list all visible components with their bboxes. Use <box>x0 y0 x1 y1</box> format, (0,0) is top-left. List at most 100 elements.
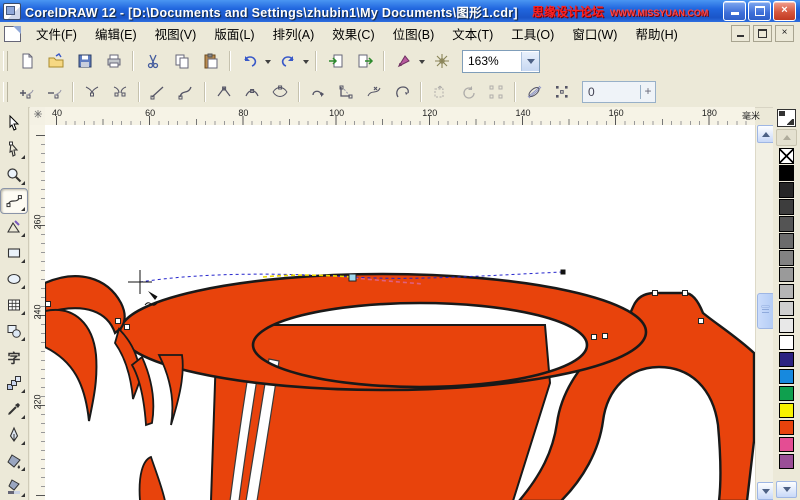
application-launcher-button[interactable] <box>390 48 417 74</box>
mdi-restore-button[interactable] <box>753 25 772 42</box>
color-swatch[interactable] <box>779 368 794 385</box>
palette-scroll-down-button[interactable] <box>776 481 797 498</box>
color-swatch[interactable] <box>779 419 794 436</box>
make-node-symmetrical-button[interactable] <box>267 80 293 105</box>
make-node-smooth-button[interactable] <box>239 80 265 105</box>
shape-tool[interactable] <box>0 136 28 162</box>
zoom-dropdown-button[interactable] <box>521 51 539 71</box>
import-button[interactable] <box>322 48 349 74</box>
no-fill-swatch[interactable] <box>779 148 794 164</box>
toolbar-grip[interactable] <box>3 82 8 102</box>
smart-drawing-tool[interactable] <box>0 214 28 240</box>
zoom-level-combobox[interactable]: 163% <box>462 49 540 73</box>
control-handle-end[interactable] <box>560 269 566 275</box>
menu-item[interactable]: 文件(F) <box>27 21 86 46</box>
close-curve-button[interactable] <box>333 80 359 105</box>
vertical-ruler[interactable]: 260 240 220 <box>30 125 46 500</box>
convert-curve-to-line-button[interactable] <box>145 80 171 105</box>
save-button[interactable] <box>71 48 98 74</box>
color-swatch[interactable] <box>779 198 794 215</box>
color-swatch[interactable] <box>779 385 794 402</box>
basic-shapes-tool[interactable] <box>0 318 28 344</box>
close-button[interactable]: × <box>773 1 796 21</box>
menu-item[interactable]: 文本(T) <box>443 21 502 46</box>
graph-paper-tool[interactable] <box>0 292 28 318</box>
color-swatch[interactable] <box>779 266 794 283</box>
menu-item[interactable]: 窗口(W) <box>563 21 626 46</box>
canvas-artwork[interactable] <box>45 125 755 500</box>
restore-button[interactable] <box>748 1 771 21</box>
select-all-nodes-button[interactable] <box>549 80 575 105</box>
pick-tool[interactable] <box>0 110 28 136</box>
color-swatch[interactable] <box>779 402 794 419</box>
palette-scroll-up-button[interactable] <box>776 129 797 146</box>
ellipse-tool[interactable] <box>0 266 28 292</box>
paste-button[interactable] <box>197 48 224 74</box>
freehand-tool[interactable] <box>0 188 28 214</box>
menu-item[interactable]: 版面(L) <box>205 21 263 46</box>
launcher-dropdown-arrow[interactable] <box>419 59 425 67</box>
rectangle-tool[interactable] <box>0 240 28 266</box>
menu-item[interactable]: 排列(A) <box>264 21 324 46</box>
export-button[interactable] <box>351 48 378 74</box>
color-swatch[interactable] <box>779 351 794 368</box>
color-swatch[interactable] <box>779 164 794 181</box>
menu-item[interactable]: 视图(V) <box>146 21 206 46</box>
menu-item[interactable]: 位图(B) <box>384 21 444 46</box>
color-swatch[interactable] <box>779 181 794 198</box>
zoom-tool[interactable] <box>0 162 28 188</box>
undo-button[interactable] <box>236 48 263 74</box>
vertical-scrollbar[interactable] <box>755 125 775 500</box>
minimize-button[interactable] <box>723 1 746 21</box>
color-swatch[interactable] <box>779 334 794 351</box>
drawing-canvas[interactable] <box>45 125 755 500</box>
color-swatch[interactable] <box>779 436 794 453</box>
mdi-close-button[interactable]: × <box>775 25 794 42</box>
align-nodes-button[interactable] <box>483 80 509 105</box>
interactive-fill-tool[interactable] <box>0 474 28 500</box>
make-node-cusp-button[interactable] <box>211 80 237 105</box>
copy-button[interactable] <box>168 48 195 74</box>
color-swatch[interactable] <box>779 215 794 232</box>
color-swatch[interactable] <box>779 453 794 470</box>
extract-subpath-button[interactable] <box>361 80 387 105</box>
cut-button[interactable] <box>139 48 166 74</box>
corel-online-button[interactable] <box>428 48 455 74</box>
print-button[interactable] <box>100 48 127 74</box>
interactive-blend-tool[interactable] <box>0 370 28 396</box>
reverse-curve-direction-button[interactable] <box>305 80 331 105</box>
eyedropper-tool[interactable] <box>0 396 28 422</box>
stretch-scale-nodes-button[interactable] <box>427 80 453 105</box>
join-two-nodes-button[interactable] <box>79 80 105 105</box>
new-document-button[interactable] <box>13 48 40 74</box>
horizontal-ruler[interactable]: 40 60 80 100 120 140 160 180 <box>45 107 755 126</box>
add-node-button[interactable] <box>13 80 39 105</box>
toolbar-grip[interactable] <box>3 51 8 71</box>
document-icon[interactable] <box>4 25 21 42</box>
elastic-mode-button[interactable] <box>521 80 547 105</box>
selected-node[interactable] <box>348 273 357 282</box>
color-swatch[interactable] <box>779 249 794 266</box>
text-tool[interactable]: 字 <box>0 344 28 370</box>
color-swatch[interactable] <box>779 300 794 317</box>
menu-item[interactable]: 效果(C) <box>323 21 383 46</box>
open-button[interactable] <box>42 48 69 74</box>
undo-dropdown-arrow[interactable] <box>265 59 271 67</box>
app-icon[interactable] <box>3 2 21 20</box>
mdi-minimize-button[interactable] <box>731 25 750 42</box>
auto-close-curve-button[interactable] <box>389 80 415 105</box>
delete-node-button[interactable] <box>41 80 67 105</box>
convert-line-to-curve-button[interactable] <box>173 80 199 105</box>
break-curve-button[interactable] <box>107 80 133 105</box>
outline-tool[interactable] <box>0 422 28 448</box>
color-swatch[interactable] <box>779 232 794 249</box>
curve-smoothness-spinner[interactable]: 0 + <box>582 81 656 103</box>
redo-dropdown-arrow[interactable] <box>303 59 309 67</box>
menu-item[interactable]: 编辑(E) <box>86 21 146 46</box>
color-swatch[interactable] <box>779 317 794 334</box>
color-swatch[interactable] <box>779 283 794 300</box>
curve-smoothness-handle[interactable]: + <box>640 85 655 99</box>
redo-button[interactable] <box>274 48 301 74</box>
menu-item[interactable]: 帮助(H) <box>626 21 686 46</box>
menu-item[interactable]: 工具(O) <box>502 21 563 46</box>
